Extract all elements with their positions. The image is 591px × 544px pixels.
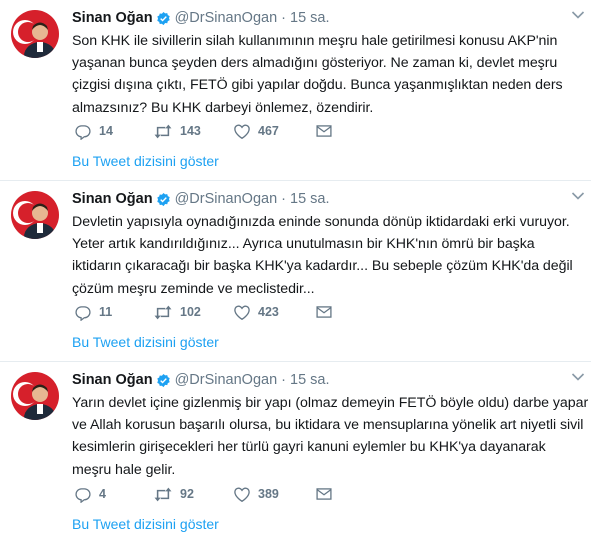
separator-dot: · bbox=[281, 191, 286, 207]
retweet-count: 92 bbox=[180, 487, 194, 501]
author-handle[interactable]: @DrSinanOgan bbox=[175, 10, 278, 26]
heart-icon bbox=[233, 486, 251, 503]
verified-badge-icon bbox=[156, 11, 171, 26]
tweet[interactable]: Sinan Oğan @DrSinanOgan · 15 sa. Devleti… bbox=[0, 181, 591, 362]
like-count: 389 bbox=[258, 487, 279, 501]
tweet-timestamp[interactable]: 15 sa. bbox=[290, 10, 330, 26]
tweet-text-line: iktidarın çıkaracağı bir başka KHK'ya ka… bbox=[72, 258, 573, 275]
tweet-text-line: Yeter artık kandırıldığınız... Ayrıca un… bbox=[72, 236, 535, 253]
tweet-content: Sinan Oğan @DrSinanOgan · 15 sa. Son KHK… bbox=[72, 8, 581, 119]
direct-message-button[interactable] bbox=[316, 124, 332, 138]
separator-dot: · bbox=[281, 10, 286, 26]
tweet-text-line: Devletin yapısıyla oynadığınızda eninde … bbox=[72, 214, 570, 230]
retweet-icon bbox=[153, 486, 173, 503]
tweet-timestamp[interactable]: 15 sa. bbox=[290, 372, 330, 388]
retweet-button[interactable]: 92 bbox=[153, 486, 233, 503]
heart-icon bbox=[233, 123, 251, 140]
tweet-text-line: Yarın devlet içine gizlenmiş bir yapı (o… bbox=[72, 395, 589, 411]
tweet-text: Son KHK ile sivillerin silah kullanımını… bbox=[72, 30, 581, 119]
separator-dot: · bbox=[281, 372, 286, 388]
retweet-count: 102 bbox=[180, 305, 201, 319]
tweet-timeline: Sinan Oğan @DrSinanOgan · 15 sa. Son KHK… bbox=[0, 0, 591, 544]
reply-count: 4 bbox=[99, 487, 106, 501]
heart-icon bbox=[233, 304, 251, 321]
envelope-icon bbox=[316, 305, 332, 319]
author-name[interactable]: Sinan Oğan bbox=[72, 372, 153, 388]
verified-badge-icon bbox=[156, 192, 171, 207]
author-name[interactable]: Sinan Oğan bbox=[72, 191, 153, 207]
tweet-header: Sinan Oğan @DrSinanOgan · 15 sa. bbox=[72, 8, 581, 28]
show-thread-link[interactable]: Bu Tweet dizisini göster bbox=[72, 516, 219, 532]
chevron-down-icon[interactable] bbox=[571, 191, 585, 201]
reply-icon bbox=[74, 486, 92, 503]
retweet-count: 143 bbox=[180, 124, 201, 138]
retweet-button[interactable]: 102 bbox=[153, 304, 233, 321]
author-handle[interactable]: @DrSinanOgan bbox=[175, 191, 278, 207]
tweet-text: Yarın devlet içine gizlenmiş bir yapı (o… bbox=[72, 392, 589, 481]
tweet-header: Sinan Oğan @DrSinanOgan · 15 sa. bbox=[72, 370, 581, 390]
tweet-text-line: almazsınız? Bu KHK darbeyi önlemez, özen… bbox=[72, 99, 374, 116]
tweet-header: Sinan Oğan @DrSinanOgan · 15 sa. bbox=[72, 189, 581, 209]
like-button[interactable]: 423 bbox=[233, 304, 316, 321]
chevron-down-icon[interactable] bbox=[571, 10, 585, 20]
tweet-text-line: kesimlerin girişecekleri her türlü gayri… bbox=[72, 439, 546, 456]
direct-message-button[interactable] bbox=[316, 487, 332, 501]
avatar-image bbox=[11, 191, 59, 239]
show-thread-link[interactable]: Bu Tweet dizisini göster bbox=[72, 334, 219, 350]
reply-icon bbox=[74, 304, 92, 321]
tweet-actions: 14 143 467 bbox=[74, 121, 332, 141]
tweet[interactable]: Sinan Oğan @DrSinanOgan · 15 sa. Yarın d… bbox=[0, 362, 591, 544]
avatar-image bbox=[11, 10, 59, 58]
tweet-text-line: ve Allah korusun başarılı olursa, bu ikt… bbox=[72, 417, 584, 434]
tweet-text-line: çözüm meşru zeminde ve meclistedir... bbox=[72, 280, 315, 297]
reply-count: 14 bbox=[99, 124, 113, 138]
tweet-actions: 4 92 389 bbox=[74, 484, 332, 504]
retweet-icon bbox=[153, 123, 173, 140]
reply-count: 11 bbox=[99, 305, 113, 319]
tweet-content: Sinan Oğan @DrSinanOgan · 15 sa. Devleti… bbox=[72, 189, 581, 300]
direct-message-button[interactable] bbox=[316, 305, 332, 319]
tweet-actions: 11 102 423 bbox=[74, 302, 332, 322]
reply-button[interactable]: 14 bbox=[74, 123, 153, 140]
retweet-button[interactable]: 143 bbox=[153, 123, 233, 140]
envelope-icon bbox=[316, 487, 332, 501]
like-count: 423 bbox=[258, 305, 279, 319]
tweet-timestamp[interactable]: 15 sa. bbox=[290, 191, 330, 207]
tweet-text-line: çizgisi dışına çıktı, FETÖ gibi yapılar … bbox=[72, 77, 563, 94]
tweet-text-line: Son KHK ile sivillerin silah kullanımını… bbox=[72, 33, 558, 49]
like-count: 467 bbox=[258, 124, 279, 138]
avatar-image bbox=[11, 372, 59, 420]
reply-button[interactable]: 4 bbox=[74, 486, 153, 503]
avatar[interactable] bbox=[11, 372, 59, 420]
verified-badge-icon bbox=[156, 373, 171, 388]
like-button[interactable]: 389 bbox=[233, 486, 316, 503]
like-button[interactable]: 467 bbox=[233, 123, 316, 140]
author-handle[interactable]: @DrSinanOgan bbox=[175, 372, 278, 388]
envelope-icon bbox=[316, 124, 332, 138]
tweet-text-line: meşru hale gelir. bbox=[72, 461, 176, 478]
reply-button[interactable]: 11 bbox=[74, 304, 153, 321]
avatar[interactable] bbox=[11, 10, 59, 58]
reply-icon bbox=[74, 123, 92, 140]
chevron-down-icon[interactable] bbox=[571, 372, 585, 382]
tweet-text: Devletin yapısıyla oynadığınızda eninde … bbox=[72, 211, 581, 300]
tweet-content: Sinan Oğan @DrSinanOgan · 15 sa. Yarın d… bbox=[72, 370, 589, 481]
retweet-icon bbox=[153, 304, 173, 321]
tweet[interactable]: Sinan Oğan @DrSinanOgan · 15 sa. Son KHK… bbox=[0, 0, 591, 181]
show-thread-link[interactable]: Bu Tweet dizisini göster bbox=[72, 153, 219, 169]
tweet-text-line: yaşanan bunca şeyden ders almadığını gös… bbox=[72, 55, 558, 72]
avatar[interactable] bbox=[11, 191, 59, 239]
author-name[interactable]: Sinan Oğan bbox=[72, 10, 153, 26]
